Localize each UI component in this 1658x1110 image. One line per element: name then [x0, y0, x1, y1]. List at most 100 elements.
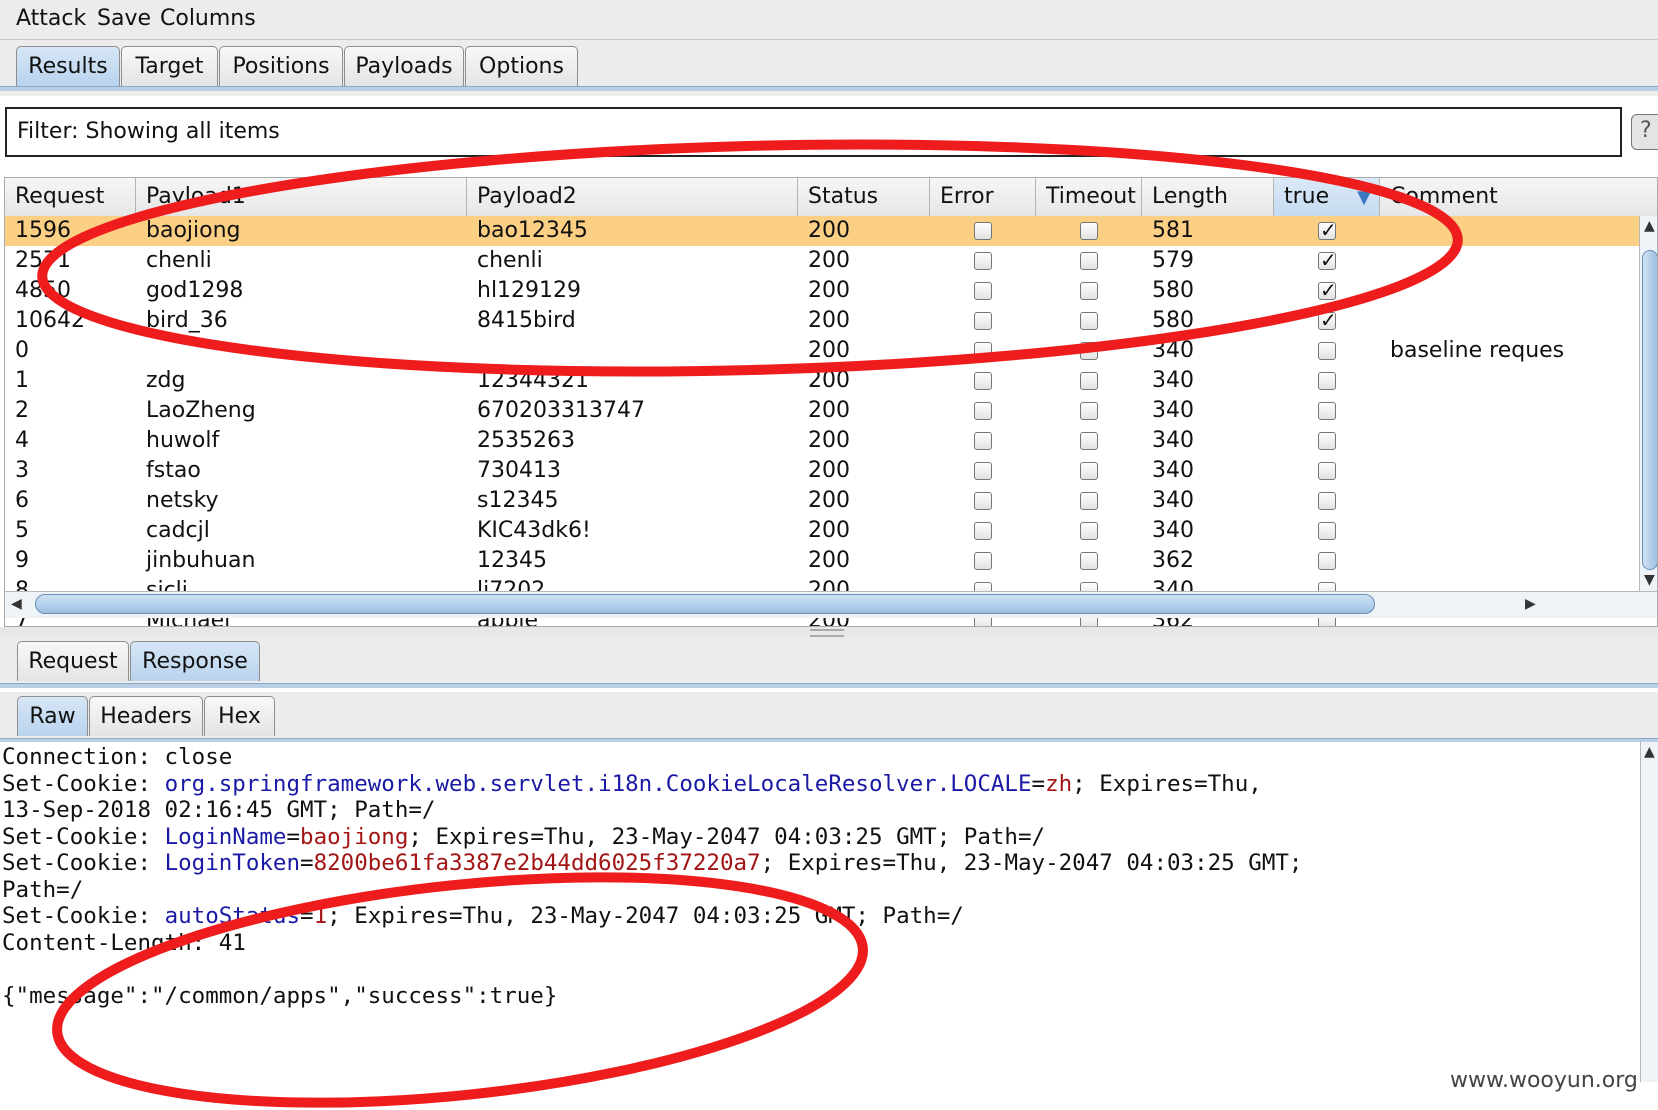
flag-checkbox[interactable] — [1318, 218, 1337, 242]
error-checkbox[interactable] — [974, 282, 992, 300]
flag-checkbox[interactable] — [1318, 522, 1336, 540]
error-checkbox[interactable] — [974, 432, 992, 450]
column-header-comment[interactable]: Comment — [1380, 178, 1657, 216]
error-checkbox[interactable] — [974, 462, 992, 480]
length-cell: 580 — [1152, 278, 1194, 303]
response-text: Set-Cookie: — [2, 903, 165, 929]
tab-results[interactable]: Results — [16, 46, 120, 86]
tab-response[interactable]: Response — [130, 641, 260, 681]
error-checkbox[interactable] — [974, 252, 992, 270]
horizontal-scroll-thumb[interactable] — [35, 594, 1375, 614]
tab-hex[interactable]: Hex — [204, 696, 275, 736]
response-scroll-up-icon[interactable]: ▲ — [1644, 744, 1655, 760]
timeout-checkbox[interactable] — [1080, 522, 1098, 540]
timeout-checkbox[interactable] — [1080, 462, 1098, 480]
status-cell: 200 — [808, 398, 850, 423]
flag-checkbox[interactable] — [1318, 432, 1336, 450]
column-header-true[interactable]: true ▼ — [1274, 178, 1380, 216]
payload1-cell: jinbuhuan — [146, 548, 256, 573]
tab-raw[interactable]: Raw — [17, 696, 88, 736]
flag-checkbox[interactable] — [1318, 402, 1336, 420]
tab-request[interactable]: Request — [17, 641, 129, 681]
filter-bar[interactable]: Filter: Showing all items — [5, 107, 1622, 157]
timeout-checkbox[interactable] — [1080, 312, 1098, 330]
error-checkbox[interactable] — [974, 492, 992, 510]
menu-attack[interactable]: Attack — [16, 6, 86, 31]
table-row[interactable]: 3 fstao 730413 200 340 — [5, 456, 1639, 486]
tab-underline — [0, 86, 1658, 91]
payload2-cell: chenli — [477, 248, 543, 273]
column-header-payload1[interactable]: Payload1 — [136, 178, 467, 216]
timeout-checkbox[interactable] — [1080, 372, 1098, 390]
scroll-up-icon[interactable]: ▲ — [1644, 218, 1655, 234]
timeout-checkbox[interactable] — [1080, 222, 1098, 240]
tab-payloads[interactable]: Payloads — [344, 46, 464, 86]
error-checkbox[interactable] — [974, 552, 992, 570]
menu-columns[interactable]: Columns — [160, 6, 256, 31]
drag-grip-icon[interactable] — [810, 629, 844, 637]
table-row[interactable]: 6 netsky s12345 200 340 — [5, 486, 1639, 516]
horizontal-scrollbar[interactable]: ◀ ▶ — [5, 591, 1657, 618]
view-tab-bar: Raw Headers Hex — [0, 692, 1658, 743]
comment-cell: baseline reques — [1390, 338, 1565, 363]
scroll-right-icon[interactable]: ▶ — [1525, 596, 1536, 612]
response-scrollbar[interactable]: ▲ — [1640, 742, 1658, 1082]
menu-save[interactable]: Save — [97, 6, 151, 31]
flag-checkbox[interactable] — [1318, 248, 1337, 272]
timeout-checkbox[interactable] — [1080, 552, 1098, 570]
table-row[interactable]: 1596 baojiong bao12345 200 581 — [5, 216, 1639, 246]
table-row[interactable]: 4 huwolf 2535263 200 340 — [5, 426, 1639, 456]
flag-checkbox[interactable] — [1318, 342, 1336, 360]
column-header-status[interactable]: Status — [798, 178, 930, 216]
timeout-checkbox[interactable] — [1080, 252, 1098, 270]
flag-checkbox[interactable] — [1318, 308, 1337, 332]
column-header-error[interactable]: Error — [930, 178, 1036, 216]
tab-options[interactable]: Options — [465, 46, 578, 86]
timeout-checkbox[interactable] — [1080, 342, 1098, 360]
error-checkbox[interactable] — [974, 312, 992, 330]
column-header-request[interactable]: Request — [5, 178, 136, 216]
table-row[interactable]: 1 zdg 12344321 200 340 — [5, 366, 1639, 396]
vertical-scroll-thumb[interactable] — [1642, 250, 1657, 570]
split-pane-divider[interactable] — [0, 627, 1658, 637]
column-header-length[interactable]: Length — [1142, 178, 1274, 216]
flag-checkbox[interactable] — [1318, 492, 1336, 510]
request-cell: 3 — [15, 458, 29, 483]
error-checkbox[interactable] — [974, 522, 992, 540]
scroll-down-icon[interactable]: ▼ — [1644, 572, 1655, 588]
payload2-cell: s12345 — [477, 488, 559, 513]
table-row[interactable]: 5 cadcjl KIC43dk6! 200 340 — [5, 516, 1639, 546]
flag-checkbox[interactable] — [1318, 462, 1336, 480]
response-raw-text[interactable]: Connection: close Set-Cookie: org.springf… — [0, 742, 1640, 1082]
scroll-left-icon[interactable]: ◀ — [11, 596, 22, 612]
flag-checkbox[interactable] — [1318, 278, 1337, 302]
timeout-checkbox[interactable] — [1080, 402, 1098, 420]
table-row[interactable]: 4850 god1298 hl129129 200 580 — [5, 276, 1639, 306]
request-cell: 4850 — [15, 278, 71, 303]
payload1-cell: fstao — [146, 458, 201, 483]
table-row[interactable]: 2571 chenli chenli 200 579 — [5, 246, 1639, 276]
error-checkbox[interactable] — [974, 222, 992, 240]
error-checkbox[interactable] — [974, 372, 992, 390]
table-row[interactable]: 0 200 340 baseline reques — [5, 336, 1639, 366]
comment-cell — [1380, 486, 1639, 516]
vertical-scrollbar[interactable]: ▲ ▼ — [1639, 216, 1657, 591]
help-icon[interactable]: ? — [1631, 114, 1658, 150]
timeout-checkbox[interactable] — [1080, 432, 1098, 450]
column-header-timeout[interactable]: Timeout — [1036, 178, 1142, 216]
timeout-checkbox[interactable] — [1080, 282, 1098, 300]
timeout-checkbox[interactable] — [1080, 492, 1098, 510]
table-row[interactable]: 10642 bird_36 8415bird 200 580 — [5, 306, 1639, 336]
flag-checkbox[interactable] — [1318, 552, 1336, 570]
error-checkbox[interactable] — [974, 402, 992, 420]
table-row[interactable]: 2 LaoZheng 670203313747 200 340 — [5, 396, 1639, 426]
column-header-payload2[interactable]: Payload2 — [467, 178, 798, 216]
table-row[interactable]: 9 jinbuhuan 12345 200 362 — [5, 546, 1639, 576]
error-checkbox[interactable] — [974, 342, 992, 360]
response-text: ; Expires=Thu, 23-May-2047 04:03:25 GMT;… — [327, 903, 964, 929]
tab-headers[interactable]: Headers — [89, 696, 203, 736]
flag-checkbox[interactable] — [1318, 372, 1336, 390]
tab-positions[interactable]: Positions — [219, 46, 343, 86]
tab-target[interactable]: Target — [121, 46, 218, 86]
cookie-value: zh — [1045, 770, 1073, 797]
